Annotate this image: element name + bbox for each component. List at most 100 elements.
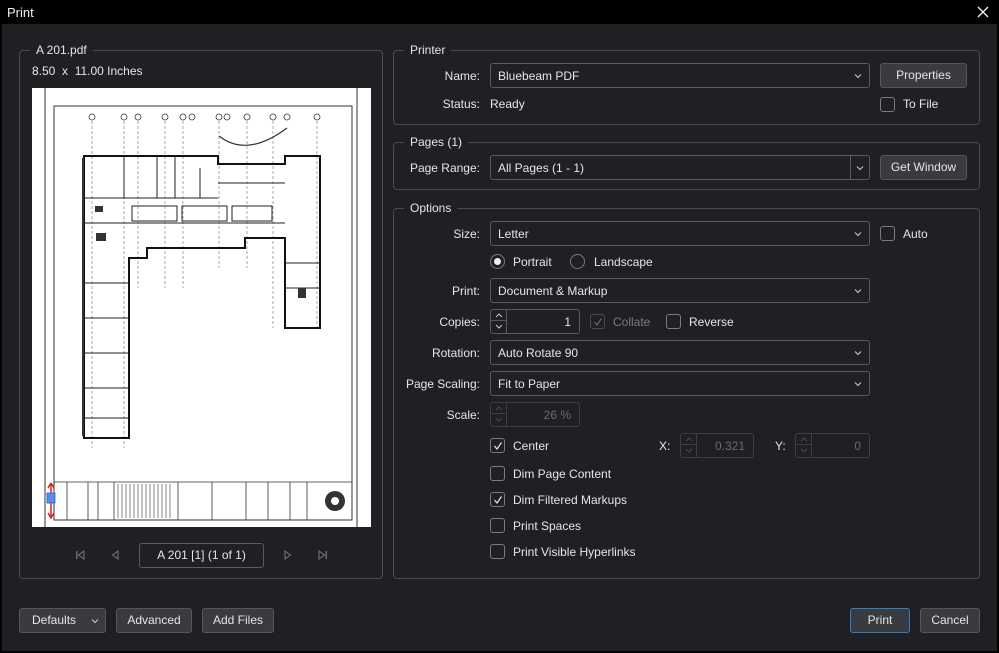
chevron-up-icon xyxy=(495,313,503,318)
page-range-label: Page Range: xyxy=(409,161,480,175)
chevron-down-icon xyxy=(91,619,99,624)
chevron-down-icon xyxy=(854,74,862,79)
y-offset-value: 0 xyxy=(854,439,861,453)
decrement-button[interactable] xyxy=(491,321,506,332)
copies-stepper-arrows xyxy=(491,310,507,333)
y-offset-label: Y: xyxy=(775,439,786,453)
chevron-down-icon xyxy=(854,351,862,356)
landscape-radio[interactable] xyxy=(570,254,585,269)
chevron-down-icon xyxy=(685,448,693,453)
print-dialog: A 201.pdf 8.50 x 11.00 Inches A 201 [1] … xyxy=(2,24,997,651)
increment-button[interactable] xyxy=(681,434,696,445)
next-page-icon[interactable] xyxy=(281,548,295,562)
defaults-dropdown-button[interactable]: Defaults xyxy=(19,608,106,633)
dim-filtered-markups-checkbox[interactable] xyxy=(490,492,505,507)
to-file-label: To File xyxy=(903,97,939,111)
page-scaling-value: Fit to Paper xyxy=(498,377,561,391)
chevron-down-icon xyxy=(800,448,808,453)
center-label: Center xyxy=(513,439,550,453)
increment-button[interactable] xyxy=(491,403,506,414)
chevron-down-icon xyxy=(854,232,862,237)
print-what-select[interactable]: Document & Markup xyxy=(490,278,870,303)
copies-label: Copies: xyxy=(439,315,480,329)
chevron-down-icon xyxy=(495,324,503,329)
chevron-down-icon xyxy=(854,289,862,294)
last-page-icon[interactable] xyxy=(316,548,330,562)
document-filename: A 201.pdf xyxy=(30,43,93,57)
copies-stepper[interactable]: 1 xyxy=(490,309,580,334)
advanced-button[interactable]: Advanced xyxy=(116,608,192,633)
page-scaling-select[interactable]: Fit to Paper xyxy=(490,371,870,396)
rotation-value: Auto Rotate 90 xyxy=(498,346,579,360)
chevron-down-icon[interactable] xyxy=(856,164,864,172)
center-checkbox[interactable] xyxy=(490,438,505,453)
chevron-down-icon xyxy=(854,382,862,387)
y-stepper-arrows xyxy=(796,434,812,457)
printer-name-value: Bluebeam PDF xyxy=(498,69,580,83)
chevron-down-icon xyxy=(495,417,503,422)
check-icon xyxy=(494,496,502,504)
page-indicator[interactable]: A 201 [1] (1 of 1) xyxy=(139,543,264,568)
dim-page-content-checkbox[interactable] xyxy=(490,466,505,481)
check-icon xyxy=(594,318,602,326)
chevron-up-icon xyxy=(495,406,503,411)
printer-status-value: Ready xyxy=(490,97,525,111)
scale-label: Scale: xyxy=(446,408,480,422)
close-icon[interactable] xyxy=(975,4,991,20)
title-bar: Print xyxy=(0,0,999,24)
portrait-radio[interactable] xyxy=(490,254,505,269)
increment-button[interactable] xyxy=(491,310,506,321)
radio-selected-dot xyxy=(494,258,501,265)
auto-label: Auto xyxy=(903,227,928,241)
printer-name-select[interactable]: Bluebeam PDF xyxy=(490,63,870,88)
reverse-checkbox[interactable] xyxy=(666,314,681,329)
size-label: Size: xyxy=(453,227,480,241)
properties-button[interactable]: Properties xyxy=(880,63,967,88)
floor-plan-preview xyxy=(32,88,371,527)
defaults-label: Defaults xyxy=(32,613,77,627)
print-visible-hyperlinks-label: Print Visible Hyperlinks xyxy=(513,545,636,559)
x-offset-stepper[interactable]: 0.321 xyxy=(680,433,754,458)
get-window-button[interactable]: Get Window xyxy=(880,155,967,180)
collate-checkbox[interactable] xyxy=(590,314,605,329)
chevron-up-icon xyxy=(685,437,693,442)
add-files-button[interactable]: Add Files xyxy=(202,608,274,633)
page-range-value: All Pages (1 - 1) xyxy=(498,161,585,175)
rotation-label: Rotation: xyxy=(431,346,480,360)
reverse-label: Reverse xyxy=(689,315,734,329)
x-offset-label: X: xyxy=(659,439,671,453)
page-preview xyxy=(32,88,371,527)
paper-size-select[interactable]: Letter xyxy=(490,221,870,246)
check-icon xyxy=(494,442,502,450)
rotation-select[interactable]: Auto Rotate 90 xyxy=(490,340,870,365)
page-range-combo[interactable]: All Pages (1 - 1) xyxy=(490,155,870,180)
page-scaling-label: Page Scaling: xyxy=(405,377,480,391)
cancel-button[interactable]: Cancel xyxy=(920,608,980,633)
printer-name-label: Name: xyxy=(444,69,480,83)
previous-page-icon[interactable] xyxy=(108,548,122,562)
pages-legend: Pages (1) xyxy=(404,135,469,149)
copies-value: 1 xyxy=(564,315,571,329)
first-page-icon[interactable] xyxy=(73,548,87,562)
print-visible-hyperlinks-checkbox[interactable] xyxy=(490,544,505,559)
increment-button[interactable] xyxy=(796,434,811,445)
print-spaces-checkbox[interactable] xyxy=(490,518,505,533)
print-what-value: Document & Markup xyxy=(498,284,608,298)
print-button[interactable]: Print xyxy=(850,608,910,633)
scale-stepper[interactable]: 26 % xyxy=(490,402,580,427)
print-what-label: Print: xyxy=(451,284,480,298)
landscape-label: Landscape xyxy=(594,255,653,269)
decrement-button[interactable] xyxy=(491,414,506,425)
auto-checkbox[interactable] xyxy=(880,226,895,241)
print-spaces-label: Print Spaces xyxy=(513,519,582,533)
printer-legend: Printer xyxy=(404,43,452,57)
decrement-button[interactable] xyxy=(681,445,696,456)
to-file-checkbox[interactable] xyxy=(880,97,895,112)
options-legend: Options xyxy=(404,201,458,215)
decrement-button[interactable] xyxy=(796,445,811,456)
dim-filtered-markups-label: Dim Filtered Markups xyxy=(513,493,628,507)
y-offset-stepper[interactable]: 0 xyxy=(795,433,870,458)
document-size: 8.50 x 11.00 Inches xyxy=(32,64,143,78)
printer-status-label: Status: xyxy=(442,97,480,111)
collate-label: Collate xyxy=(613,315,651,329)
